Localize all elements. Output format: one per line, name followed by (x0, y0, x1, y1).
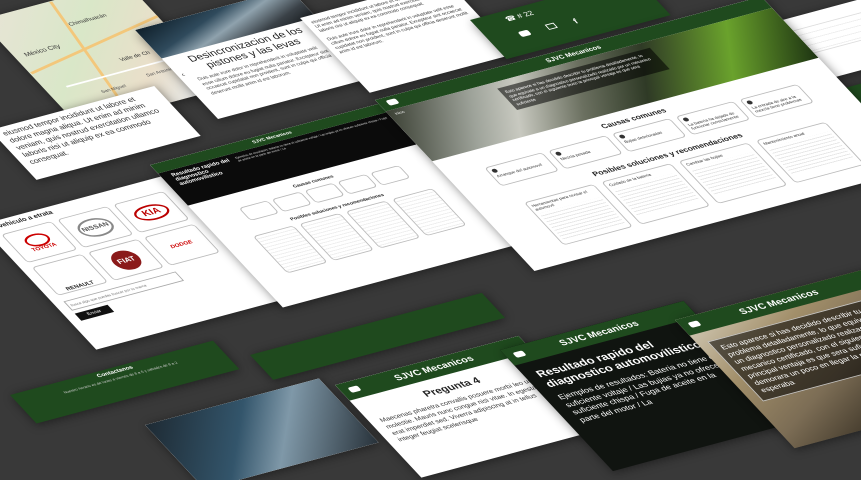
cause-label: Mezcla pesada (559, 149, 592, 162)
youtube-icon[interactable] (517, 29, 532, 38)
cause-label: La entrada de aire a la mezcla tiene pro… (750, 94, 803, 114)
social-icons: f (517, 17, 581, 39)
car-icon (512, 350, 527, 358)
cause-label: La bateria ha dejado de funcionar correc… (686, 111, 741, 131)
map-label: México City (22, 43, 63, 59)
footer-title: Contactanos (95, 365, 135, 379)
cause-icon (490, 168, 499, 174)
footer-text: Nuestro horario es de lunes a viernes de… (62, 360, 179, 395)
brand-label: KIA (129, 200, 174, 224)
cause-icon (618, 134, 627, 140)
inicio-link[interactable]: Inicio (393, 110, 405, 116)
phone-number: # 22 (514, 9, 536, 20)
cause-label: Arranque del automovil (495, 162, 544, 179)
main-hero-text: Esto aparece si has decidido describir t… (497, 47, 670, 111)
cause-icon (554, 151, 563, 157)
car-icon (687, 320, 702, 328)
cause-card[interactable] (237, 200, 279, 222)
send-button-label: Enviar (85, 308, 104, 317)
car-icon (385, 98, 400, 106)
cause-icon (745, 100, 754, 105)
cause-card[interactable] (270, 191, 312, 213)
car-icon (347, 385, 362, 393)
cause-card[interactable] (336, 174, 378, 195)
cause-card[interactable] (303, 182, 345, 204)
map-label: Chimalhuacán (67, 13, 109, 28)
brand-label: DODGE (169, 239, 195, 250)
right-card-brand: SJVC Mecanicos (736, 287, 822, 317)
brand-label: NISSAN (71, 214, 120, 240)
mail-icon[interactable] (544, 22, 558, 30)
phone-row: ☎ # 22 (503, 9, 536, 23)
map-label: Valle de Ch (118, 50, 153, 63)
cause-icon (681, 117, 691, 122)
cause-label: Bujias deterioradas (622, 130, 664, 145)
mockup-collage: México City Chimalhuacán Valle de Ch San… (0, 0, 861, 480)
brand-label: RENAULT (64, 280, 97, 292)
facebook-icon[interactable]: f (571, 17, 581, 25)
brand-label: FIAT (105, 247, 147, 272)
cause-card[interactable] (369, 165, 411, 186)
